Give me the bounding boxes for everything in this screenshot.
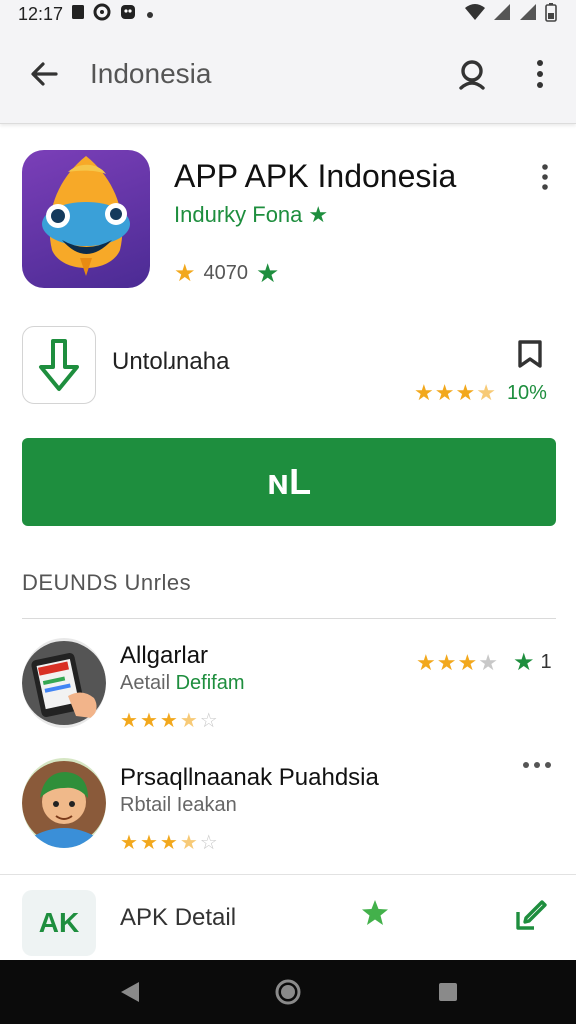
- star-icon: ★: [416, 649, 437, 675]
- circle-home-icon: [275, 979, 301, 1005]
- screen: 12:17 Indonesia APP APK Indonesia Indurk…: [0, 0, 576, 1024]
- square-recents-icon: [439, 983, 457, 1001]
- dot-icon: [145, 4, 155, 25]
- nav-home-button[interactable]: [274, 978, 302, 1006]
- star-icon: ★: [414, 380, 435, 405]
- person-avatar-icon: [22, 761, 106, 848]
- nav-back-button[interactable]: [116, 978, 144, 1006]
- list-item-rating: ★ ★ ★ ★ ☆: [120, 830, 218, 855]
- avatar: [22, 758, 106, 848]
- star-icon: ★: [434, 380, 456, 405]
- wifi-icon: [464, 3, 486, 26]
- status-bar: 12:17: [0, 0, 576, 28]
- divider: [22, 618, 556, 619]
- list-item-subtitle: Aetail Defifam: [120, 672, 245, 695]
- subtitle-text: Aetail: [120, 672, 176, 694]
- star-icon: ★: [120, 832, 138, 854]
- download-label: Untolɹnaha: [112, 348, 230, 375]
- star-icon: ★: [455, 380, 477, 405]
- star-icon: [362, 900, 388, 925]
- green-star-icon: ★: [512, 649, 535, 676]
- list-item-title: Prsaqllnaanak Puahdsia: [120, 764, 379, 791]
- star-icon: ★: [159, 832, 178, 854]
- star-icon: ★: [457, 649, 479, 675]
- search-icon: [459, 60, 485, 90]
- download-percent: 10%: [506, 381, 547, 404]
- empty-star-icon: ☆: [199, 832, 218, 854]
- subtitle-accent: Defifam: [175, 672, 245, 694]
- favorite-button[interactable]: [360, 898, 390, 928]
- app-bar-title: Indonesia: [90, 58, 212, 89]
- half-star-icon: ★: [476, 380, 497, 405]
- edit-icon: [516, 900, 547, 930]
- rating-stars: ★★★★: [414, 380, 497, 406]
- rating-summary: ★ 4070 ★: [174, 258, 279, 289]
- sd-card-icon: [71, 4, 85, 25]
- download-rating: ★★★★ 10%: [414, 380, 547, 406]
- star-icon: ★: [139, 832, 158, 854]
- battery-icon: [544, 2, 558, 27]
- developer-link[interactable]: Indurky Fona ★: [174, 202, 328, 228]
- editors-choice-star-icon: ★: [256, 258, 280, 288]
- download-button[interactable]: [22, 326, 96, 404]
- trailing-number: 1: [540, 651, 552, 673]
- verified-star-icon: ★: [308, 202, 329, 227]
- sync-icon: [93, 3, 111, 26]
- arrow-left-icon: [31, 62, 58, 86]
- half-star-icon: ★: [179, 832, 198, 854]
- more-vert-icon: [537, 60, 543, 88]
- navigation-bar: [0, 960, 576, 1024]
- header-more-button[interactable]: [530, 160, 560, 194]
- notification-icon: [119, 3, 137, 26]
- star-icon: ★: [120, 710, 138, 732]
- install-button[interactable]: ɴL: [22, 438, 556, 526]
- list-item-more-button[interactable]: [522, 760, 552, 770]
- app-title: APP APK Indonesia: [174, 158, 457, 194]
- empty-star-icon: ☆: [199, 710, 218, 732]
- app-bar: Indonesia: [0, 28, 576, 124]
- list-item-right-rating: ★★★★ ★ 1: [416, 648, 552, 677]
- ak-badge[interactable]: AK: [22, 890, 96, 956]
- list-item-subtitle: Rbtail Ieakan: [120, 794, 237, 816]
- app-icon[interactable]: [22, 150, 150, 288]
- search-button[interactable]: [452, 54, 492, 94]
- signal-icon: [492, 3, 512, 26]
- star-icon: ★: [159, 710, 178, 732]
- half-star-icon: ★: [478, 649, 499, 675]
- more-vert-icon: [542, 164, 548, 190]
- bookmark-icon: [518, 340, 542, 368]
- list-item-title: Allgarlar: [120, 642, 209, 669]
- bottom-bar: AK APK Detail: [0, 876, 576, 960]
- star-icon: ★: [174, 260, 196, 287]
- edit-button[interactable]: [514, 898, 548, 932]
- star-icon: ★: [139, 710, 158, 732]
- overflow-menu-button[interactable]: [524, 54, 556, 94]
- half-star-icon: ★: [179, 710, 198, 732]
- star-icon: ★: [436, 649, 458, 675]
- fish-mascot-icon: [42, 156, 130, 276]
- list-item-rating: ★ ★ ★ ★ ☆: [120, 708, 218, 733]
- divider: [0, 874, 576, 875]
- bookmark-button[interactable]: [514, 336, 546, 372]
- triangle-back-icon: [121, 982, 139, 1002]
- status-time: 12:17: [18, 3, 64, 24]
- section-title: DEUNDS Unrles: [22, 570, 192, 595]
- download-arrow-icon: [39, 339, 79, 391]
- install-label: ɴL: [266, 461, 312, 502]
- back-button[interactable]: [24, 54, 64, 94]
- developer-name: Indurky Fona: [174, 202, 303, 227]
- signal-icon-2: [518, 3, 538, 26]
- nav-recents-button[interactable]: [434, 978, 462, 1006]
- bottom-label: APK Detail: [120, 904, 237, 931]
- list-item[interactable]: Prsaqllnaanak Puahdsia Rbtail Ieakan ★ ★ ★…: [0, 754, 576, 864]
- rating-count: 4070: [203, 262, 249, 284]
- more-horiz-icon: [523, 762, 551, 768]
- tablet-hand-icon: [22, 641, 106, 725]
- list-item[interactable]: Allgarlar Aetail Defifam ★ ★ ★ ★ ☆ ★★★★ ★ 1: [0, 632, 576, 742]
- avatar: [22, 638, 106, 728]
- rating-stars: ★★★★: [416, 650, 499, 676]
